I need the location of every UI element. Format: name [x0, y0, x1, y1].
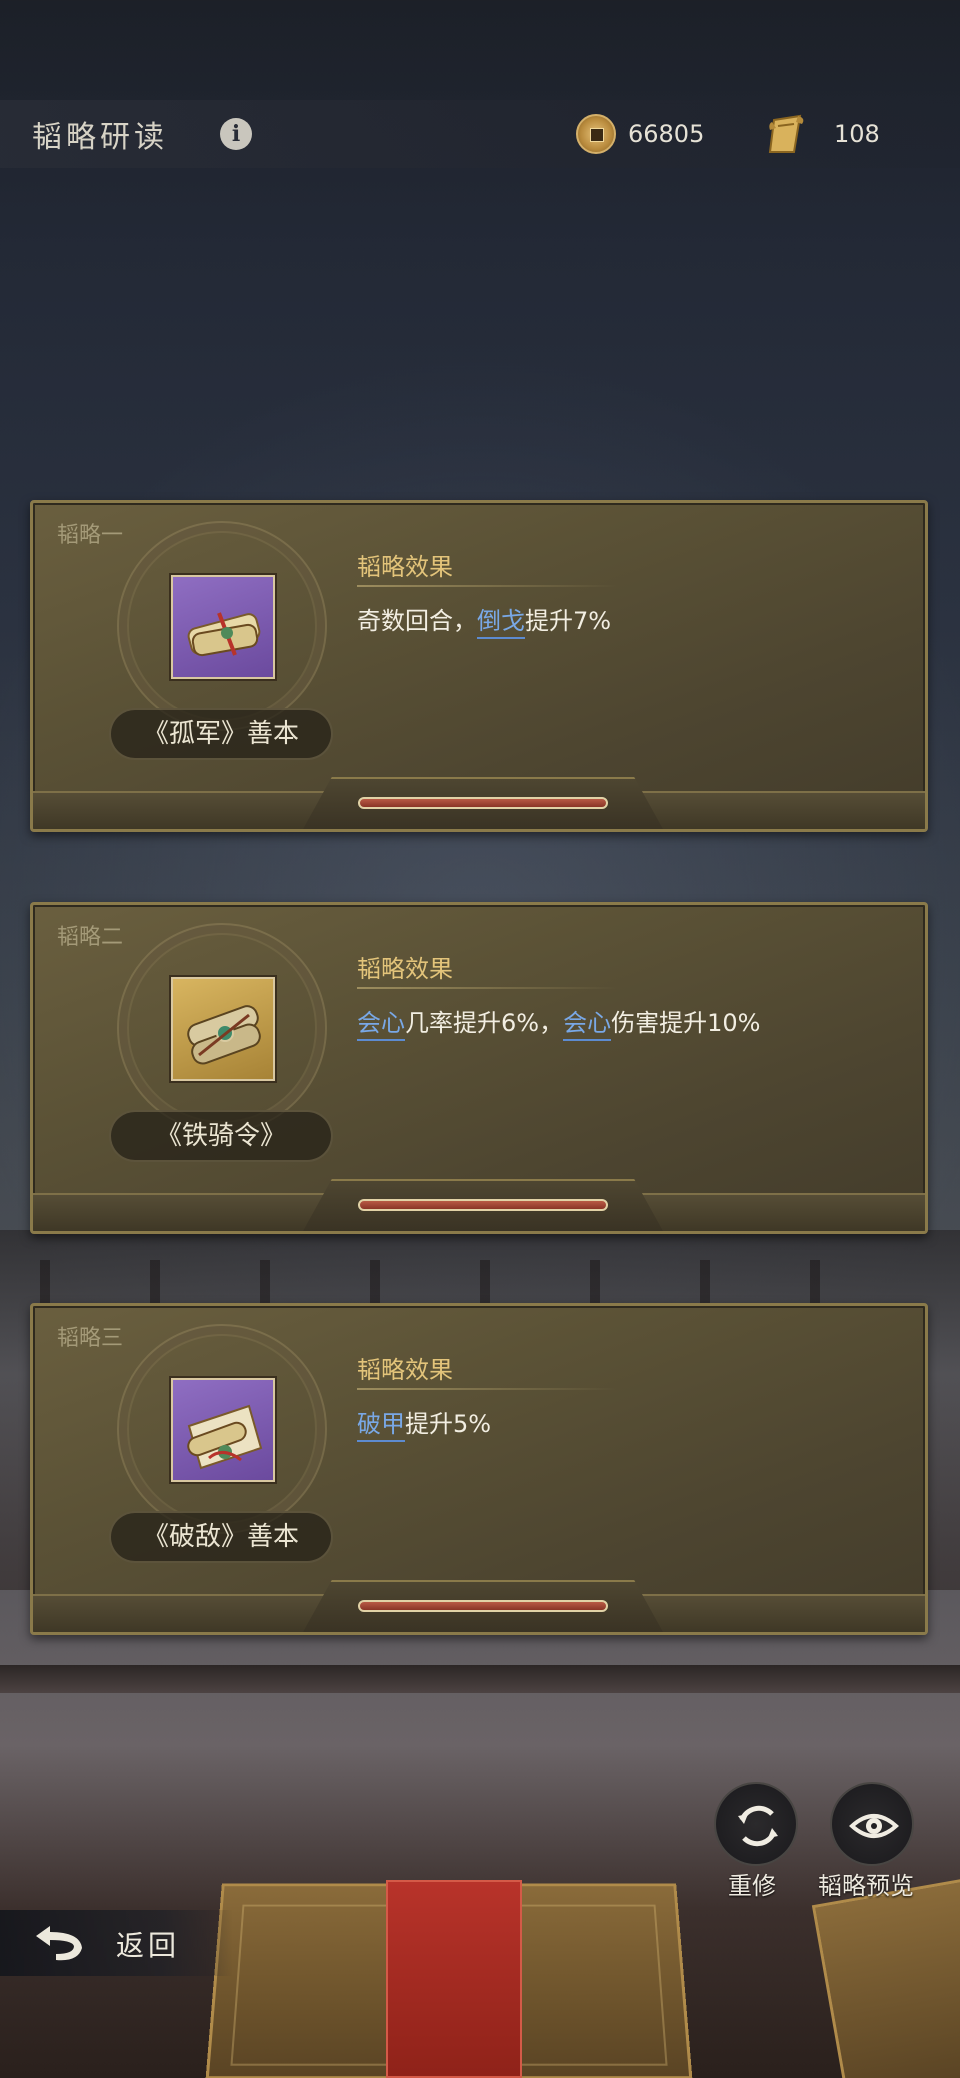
background-beam	[0, 1665, 960, 1693]
item-name: 《孤军》善本	[109, 708, 333, 760]
card-label: 韬略二	[57, 925, 124, 950]
strategy-card-1[interactable]: 韬略一 《孤军》善本 韬略效果 奇数回合，倒戈提升7%	[30, 500, 928, 832]
effect-title: 韬略效果	[357, 553, 453, 581]
strategy-card-3[interactable]: 韬略三 《破敌》善本 韬略效果 破甲提升5%	[30, 1303, 928, 1635]
coin-count: 66805	[628, 120, 705, 148]
keyword-link[interactable]: 破甲	[357, 1410, 405, 1442]
scroll-bundle-icon	[187, 1005, 261, 1065]
card-ornament-bar	[358, 1199, 608, 1211]
book-red-tag	[386, 1880, 522, 2078]
scroll-bundle-icon	[187, 612, 261, 657]
refresh-icon	[738, 1805, 778, 1847]
keyword-link[interactable]: 会心	[563, 1009, 612, 1041]
effect-text: 破甲提升5%	[357, 1404, 491, 1442]
effect-text: 会心几率提升6%，会心伤害提升10%	[357, 1003, 760, 1041]
preview-button[interactable]	[830, 1782, 914, 1866]
scroll-bundle-icon	[187, 1404, 263, 1470]
item-name: 《破敌》善本	[109, 1511, 333, 1563]
card-ornament-bar	[358, 1600, 608, 1612]
item-name: 《铁骑令》	[109, 1110, 333, 1162]
reforge-button[interactable]	[714, 1782, 798, 1866]
scroll-count: 108	[834, 120, 880, 148]
page-title: 韬略研读	[32, 120, 168, 155]
info-icon[interactable]: i	[220, 118, 252, 150]
keyword-link[interactable]: 会心	[357, 1009, 405, 1041]
item-slot[interactable]	[171, 1378, 275, 1482]
effect-text: 奇数回合，倒戈提升7%	[357, 601, 611, 639]
strategy-card-2[interactable]: 韬略二 《铁骑令》 韬略效果 会心几率提升6%，会心伤害提升10%	[30, 902, 928, 1234]
back-label[interactable]: 返回	[116, 1924, 180, 1964]
effect-title: 韬略效果	[357, 1356, 453, 1384]
coin-icon	[576, 114, 616, 154]
card-label: 韬略一	[57, 523, 124, 548]
reforge-label[interactable]: 重修	[728, 1866, 776, 1901]
divider	[357, 1388, 617, 1390]
eye-icon	[849, 1814, 899, 1838]
divider	[357, 585, 617, 587]
card-label: 韬略三	[57, 1326, 124, 1351]
item-slot[interactable]	[171, 575, 275, 679]
divider	[357, 987, 617, 989]
preview-label[interactable]: 韬略预览	[818, 1866, 914, 1901]
book-decor-right	[811, 1877, 960, 2078]
back-arrow-icon[interactable]	[26, 1922, 90, 1966]
effect-title: 韬略效果	[357, 955, 453, 983]
scroll-icon	[768, 114, 804, 153]
item-slot[interactable]	[171, 977, 275, 1081]
keyword-link[interactable]: 倒戈	[477, 607, 525, 639]
card-ornament-bar	[358, 797, 608, 809]
